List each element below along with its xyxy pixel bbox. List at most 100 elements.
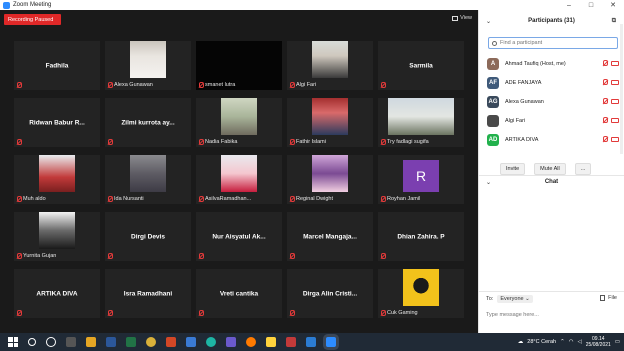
muted-mic-icon: [198, 139, 204, 145]
start-windows-icon[interactable]: [8, 337, 18, 347]
file-explorer-icon[interactable]: [86, 337, 96, 347]
file-icon: [600, 295, 606, 301]
more-button[interactable]: ...: [574, 163, 592, 175]
participant-tile[interactable]: Isra Ramadhani: [105, 269, 191, 318]
chat-message-input[interactable]: [486, 310, 616, 320]
outlook-icon[interactable]: [306, 337, 316, 347]
chrome-icon[interactable]: [146, 337, 156, 347]
zoom-taskbar-icon[interactable]: [326, 337, 336, 347]
participant-tile[interactable]: smanet lutra: [196, 41, 282, 90]
notifications-icon[interactable]: ▭: [615, 339, 620, 345]
invite-button[interactable]: Invite: [500, 163, 526, 175]
file-label: File: [608, 295, 617, 301]
participant-label-text: Algi Fari: [296, 82, 317, 88]
task-view-icon[interactable]: [46, 337, 56, 347]
settings-icon[interactable]: [226, 337, 236, 347]
participant-tile[interactable]: Dirga Alin Cristi...: [287, 269, 373, 318]
chat-divider: [479, 291, 624, 292]
weather-text[interactable]: 28°C Cerah: [527, 339, 556, 345]
participant-tile[interactable]: Fathir Islami: [287, 98, 373, 147]
muted-mic-icon: [380, 310, 386, 316]
participant-tile[interactable]: R Royhan Jamil: [378, 155, 464, 204]
muted-mic-icon: [198, 82, 204, 88]
muted-mic-icon: [16, 253, 22, 259]
participant-tile[interactable]: Zilmi kurrota ay...: [105, 98, 191, 147]
wifi-icon[interactable]: ◠: [569, 339, 574, 345]
participant-tile[interactable]: ARTIKA DIVA: [14, 269, 100, 318]
maximize-button[interactable]: □: [584, 0, 598, 10]
video-feed-anime-avatar: [312, 98, 348, 135]
close-button[interactable]: ✕: [606, 0, 620, 10]
participant-tile[interactable]: Algi Fari: [287, 41, 373, 90]
video-feed-logo-yellow: [403, 269, 439, 306]
file-button[interactable]: File: [600, 295, 617, 301]
mute-all-button[interactable]: Mute All: [534, 163, 566, 175]
participant-tile[interactable]: Muh aldo: [14, 155, 100, 204]
powerpoint-icon[interactable]: [166, 337, 176, 347]
widgets-icon[interactable]: [66, 337, 76, 347]
minimize-button[interactable]: –: [562, 0, 576, 10]
participant-tile[interactable]: Sarmila: [378, 41, 464, 90]
video-off-icon: [611, 99, 619, 104]
participant-tile[interactable]: Marcel Mangaja...: [287, 212, 373, 261]
participant-tile[interactable]: AsilvaRamadhan...: [196, 155, 282, 204]
word-icon[interactable]: [106, 337, 116, 347]
participant-label-text: Alexa Gunawan: [114, 82, 153, 88]
recipient-select[interactable]: Everyone ⌄: [497, 295, 533, 303]
participant-row[interactable]: AD ARTIKA DIVA: [487, 130, 619, 149]
participant-tile[interactable]: Nur Aisyatul Ak...: [196, 212, 282, 261]
video-off-icon: [611, 137, 619, 142]
muted-mic-icon: [289, 310, 295, 316]
video-feed-person-mask: [312, 41, 348, 78]
participant-search[interactable]: [488, 37, 618, 49]
tray-chevron-icon[interactable]: ⌃: [560, 339, 565, 345]
muted-mic-icon: [380, 82, 386, 88]
initial-avatar: R: [403, 160, 439, 192]
participant-tile[interactable]: Ridwan Babur R...: [14, 98, 100, 147]
participant-row[interactable]: AG Alexa Gunawan: [487, 92, 619, 111]
participant-tile[interactable]: Ida Nursanti: [105, 155, 191, 204]
participant-tile[interactable]: Fadhila: [14, 41, 100, 90]
muted-mic-icon: [198, 253, 204, 259]
participant-scrollbar[interactable]: [620, 24, 623, 154]
collapse-chevron-icon[interactable]: ⌄: [486, 18, 491, 25]
participant-search-input[interactable]: [500, 40, 610, 46]
muted-mic-icon: [380, 196, 386, 202]
notes-icon[interactable]: [266, 337, 276, 347]
participant-row[interactable]: Algi Fari: [487, 111, 619, 130]
participant-row[interactable]: A Ahmad Taufiq (Host, me): [487, 54, 619, 73]
firefox-icon[interactable]: [246, 337, 256, 347]
participant-tile[interactable]: Dirgi Devis: [105, 212, 191, 261]
muted-mic-icon: [16, 196, 22, 202]
muted-mic-icon: [380, 139, 386, 145]
participant-tile[interactable]: Dhian Zahira. P: [378, 212, 464, 261]
participant-tile[interactable]: Try fadlagi sugifa: [378, 98, 464, 147]
participant-label: [198, 309, 204, 317]
excel-icon[interactable]: [126, 337, 136, 347]
volume-icon[interactable]: ◁: [578, 339, 582, 345]
muted-mic-icon: [198, 196, 204, 202]
participant-tile[interactable]: Alexa Gunawan: [105, 41, 191, 90]
participant-avatar: AG: [487, 95, 499, 108]
participant-tile[interactable]: Nadia Fabika: [196, 98, 282, 147]
app-icon[interactable]: [286, 337, 296, 347]
participant-tile[interactable]: Cuk Gaming: [378, 269, 464, 318]
chat-header: ⌄ Chat: [479, 176, 624, 188]
edge-icon[interactable]: [206, 337, 216, 347]
participant-row[interactable]: AF ADE FANJAYA: [487, 73, 619, 92]
participant-tile[interactable]: Vreti cantika: [196, 269, 282, 318]
participant-tile[interactable]: Reginal Dwight: [287, 155, 373, 204]
search-taskbar-icon[interactable]: [28, 338, 36, 346]
title-bar: Zoom Meeting – □ ✕: [0, 0, 624, 10]
view-button[interactable]: View: [452, 15, 472, 21]
store-icon[interactable]: [186, 337, 196, 347]
recording-paused-badge[interactable]: Recording Paused: [4, 14, 61, 25]
participant-tile[interactable]: Yurnita Gujan: [14, 212, 100, 261]
muted-mic-icon: [602, 136, 608, 143]
participant-label-text: Ida Nursanti: [114, 196, 144, 202]
clock[interactable]: 09.14 25/08/2021: [586, 336, 611, 348]
participant-label-text: Royhan Jamil: [387, 196, 421, 202]
popout-icon[interactable]: ⧉: [612, 18, 616, 25]
participant-status-icons: [602, 117, 619, 124]
chat-collapse-chevron-icon[interactable]: ⌄: [486, 179, 491, 186]
